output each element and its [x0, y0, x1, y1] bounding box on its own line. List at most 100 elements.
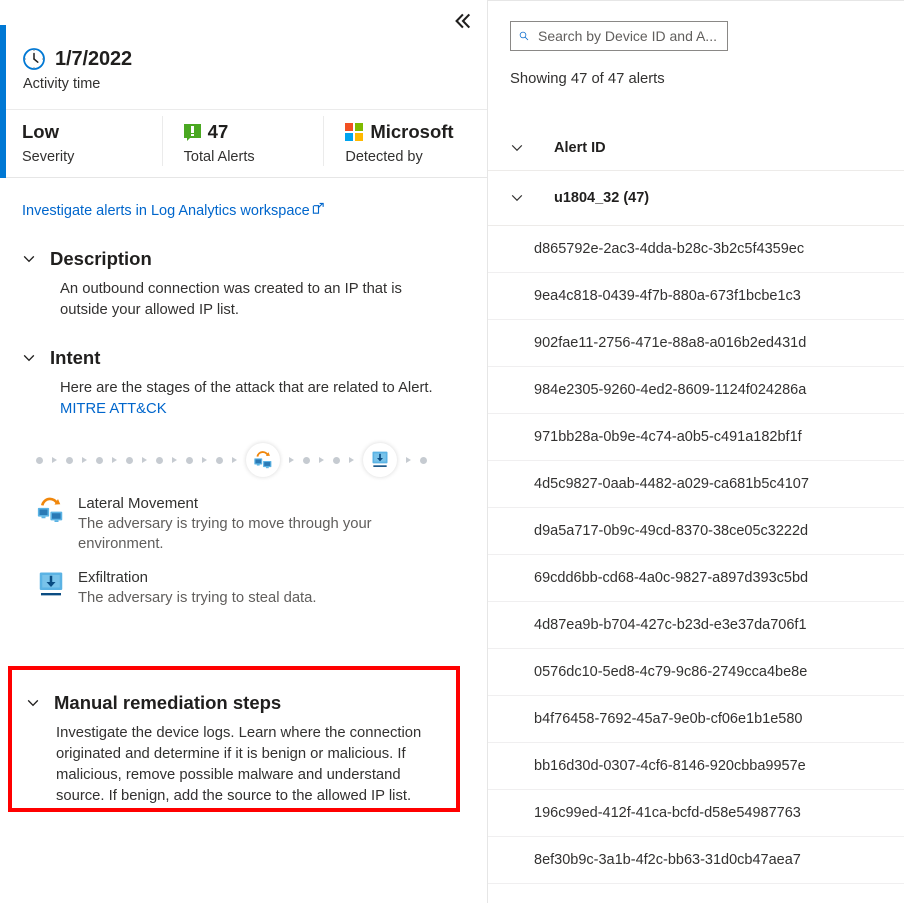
lateral-movement-icon	[253, 450, 274, 471]
alert-row[interactable]: 69cdd6bb-cd68-4a0c-9827-a897d393c5bd	[488, 555, 904, 602]
alert-row[interactable]: 196c99ed-412f-41ca-bcfd-d58e54987763	[488, 790, 904, 837]
manual-remediation-section: Manual remediation steps Investigate the…	[12, 670, 456, 807]
chevron-down-icon	[22, 252, 36, 266]
stage-description: The adversary is trying to steal data.	[78, 588, 317, 608]
kill-chain-dot	[333, 457, 340, 464]
kill-chain-dot	[186, 457, 193, 464]
kill-chain-dot	[96, 457, 103, 464]
stage-title: Lateral Movement	[78, 494, 418, 514]
activity-date: 1/7/2022	[55, 48, 132, 71]
investigate-in-log-analytics-link[interactable]: Investigate alerts in Log Analytics work…	[22, 202, 325, 219]
detected-by-tile: Microsoft Detected by	[323, 110, 487, 177]
intent-section-toggle[interactable]: Intent	[22, 347, 487, 369]
alert-id-value: 69cdd6bb-cd68-4a0c-9827-a897d393c5bd	[534, 570, 808, 586]
alert-row[interactable]: 984e2305-9260-4ed2-8609-1124f024286a	[488, 367, 904, 414]
alert-row[interactable]: 4d5c9827-0aab-4482-a029-ca681b5c4107	[488, 461, 904, 508]
manual-remediation-body: Investigate the device logs. Learn where…	[26, 714, 426, 807]
kill-chain-arrow-icon	[82, 457, 87, 463]
kill-chain-dot	[303, 457, 310, 464]
alert-row[interactable]: d865792e-2ac3-4dda-b28c-3b2c5f4359ec	[488, 226, 904, 273]
alert-id-list: d865792e-2ac3-4dda-b28c-3b2c5f4359ec 9ea4…	[488, 226, 904, 884]
alert-id-value: 902fae11-2756-471e-88a8-a016b2ed431d	[534, 335, 806, 351]
chevron-down-icon	[22, 351, 36, 365]
kill-chain-arrow-icon	[202, 457, 207, 463]
stage-description: The adversary is trying to move through …	[78, 514, 418, 554]
detected-by-value: Microsoft	[370, 121, 453, 143]
search-row	[488, 1, 904, 51]
alert-id-value: 9ea4c818-0439-4f7b-880a-673f1bcbe1c3	[534, 288, 801, 304]
lateral-movement-icon	[36, 496, 66, 526]
external-link-icon	[312, 202, 325, 215]
description-section: Description An outbound connection was c…	[0, 248, 487, 321]
alert-group-label: u1804_32 (47)	[554, 190, 649, 206]
alert-id-value: 984e2305-9260-4ed2-8609-1124f024286a	[534, 382, 806, 398]
intent-body-text: Here are the stages of the attack that a…	[60, 380, 433, 396]
alert-summary-card: 1/7/2022 Activity time Low Severity	[0, 25, 487, 178]
total-alerts-label: Total Alerts	[184, 149, 324, 165]
intent-stage-list: Lateral Movement The adversary is trying…	[0, 494, 487, 608]
total-alerts-value: 47	[208, 121, 229, 143]
alert-id-value: 971bb28a-0b9e-4c74-a0b5-c491a182bf1f	[534, 429, 802, 445]
alert-id-column-label: Alert ID	[554, 140, 606, 156]
alert-row[interactable]: 9ea4c818-0439-4f7b-880a-673f1bcbe1c3	[488, 273, 904, 320]
alert-id-value: 8ef30b9c-3a1b-4f2c-bb63-31d0cb47aea7	[534, 852, 801, 868]
chevron-down-icon	[26, 696, 40, 710]
severity-label: Severity	[22, 149, 162, 165]
alert-details-page: 1/7/2022 Activity time Low Severity	[0, 0, 904, 903]
kill-chain-dot	[420, 457, 427, 464]
exfiltration-icon	[370, 450, 390, 470]
manual-remediation-toggle[interactable]: Manual remediation steps	[26, 692, 456, 714]
kill-chain-timeline	[0, 442, 487, 478]
showing-count-text: Showing 47 of 47 alerts	[488, 71, 904, 87]
alert-id-value: bb16d30d-0307-4cf6-8146-920cbba9957e	[534, 758, 806, 774]
search-icon	[519, 29, 529, 43]
total-alerts-tile: 47 Total Alerts	[162, 110, 324, 177]
severity-value: Low	[22, 121, 59, 143]
detected-by-label: Detected by	[345, 149, 487, 165]
kill-chain-arrow-icon	[406, 457, 411, 463]
alert-row[interactable]: 0576dc10-5ed8-4c79-9c86-2749cca4be8e	[488, 649, 904, 696]
manual-remediation-heading: Manual remediation steps	[54, 692, 281, 714]
manual-remediation-highlight: Manual remediation steps Investigate the…	[8, 666, 460, 812]
alert-row[interactable]: 902fae11-2756-471e-88a8-a016b2ed431d	[488, 320, 904, 367]
alert-row[interactable]: 971bb28a-0b9e-4c74-a0b5-c491a182bf1f	[488, 414, 904, 461]
alert-list-panel: Showing 47 of 47 alerts Alert ID u1804_3…	[488, 0, 904, 903]
search-input[interactable]	[538, 28, 719, 44]
kill-chain-dot	[156, 457, 163, 464]
kill-chain-dot	[216, 457, 223, 464]
description-heading: Description	[50, 248, 152, 270]
alert-row[interactable]: d9a5a717-0b9c-49cd-8370-38ce05c3222d	[488, 508, 904, 555]
search-box[interactable]	[510, 21, 728, 51]
alert-group-row[interactable]: u1804_32 (47)	[488, 171, 904, 226]
log-analytics-link-row: Investigate alerts in Log Analytics work…	[0, 178, 487, 220]
alert-id-value: 4d87ea9b-b704-427c-b23d-e3e37da706f1	[534, 617, 807, 633]
log-analytics-link-label: Investigate alerts in Log Analytics work…	[22, 203, 310, 219]
kill-chain-stage-exfiltration[interactable]	[363, 443, 397, 477]
clock-icon	[22, 47, 46, 71]
activity-time-block: 1/7/2022 Activity time	[0, 25, 487, 110]
intent-body: Here are the stages of the attack that a…	[22, 369, 434, 420]
alert-id-value: b4f76458-7692-45a7-9e0b-cf06e1b1e580	[534, 711, 802, 727]
description-section-toggle[interactable]: Description	[22, 248, 487, 270]
mitre-attack-link[interactable]: MITRE ATT&CK	[60, 401, 167, 417]
alert-id-column-header[interactable]: Alert ID	[488, 125, 904, 171]
alert-row[interactable]: 4d87ea9b-b704-427c-b23d-e3e37da706f1	[488, 602, 904, 649]
exfiltration-icon	[36, 570, 66, 600]
kill-chain-arrow-icon	[232, 457, 237, 463]
alert-row[interactable]: bb16d30d-0307-4cf6-8146-920cbba9957e	[488, 743, 904, 790]
kill-chain-dot	[36, 457, 43, 464]
kill-chain-arrow-icon	[142, 457, 147, 463]
kill-chain-arrow-icon	[289, 457, 294, 463]
alert-row[interactable]: 8ef30b9c-3a1b-4f2c-bb63-31d0cb47aea7	[488, 837, 904, 884]
severity-tile: Low Severity	[0, 110, 162, 177]
alert-id-value: d865792e-2ac3-4dda-b28c-3b2c5f4359ec	[534, 241, 804, 257]
stage-item-lateral-movement: Lateral Movement The adversary is trying…	[36, 494, 487, 554]
kill-chain-stage-lateral-movement[interactable]	[246, 443, 280, 477]
microsoft-logo-icon	[345, 123, 363, 141]
kill-chain-dot	[66, 457, 73, 464]
alert-row[interactable]: b4f76458-7692-45a7-9e0b-cf06e1b1e580	[488, 696, 904, 743]
description-body: An outbound connection was created to an…	[22, 270, 434, 321]
summary-tiles: Low Severity 47 Total Alerts	[0, 110, 487, 177]
alert-id-value: 196c99ed-412f-41ca-bcfd-d58e54987763	[534, 805, 801, 821]
chevron-down-icon	[510, 141, 524, 155]
